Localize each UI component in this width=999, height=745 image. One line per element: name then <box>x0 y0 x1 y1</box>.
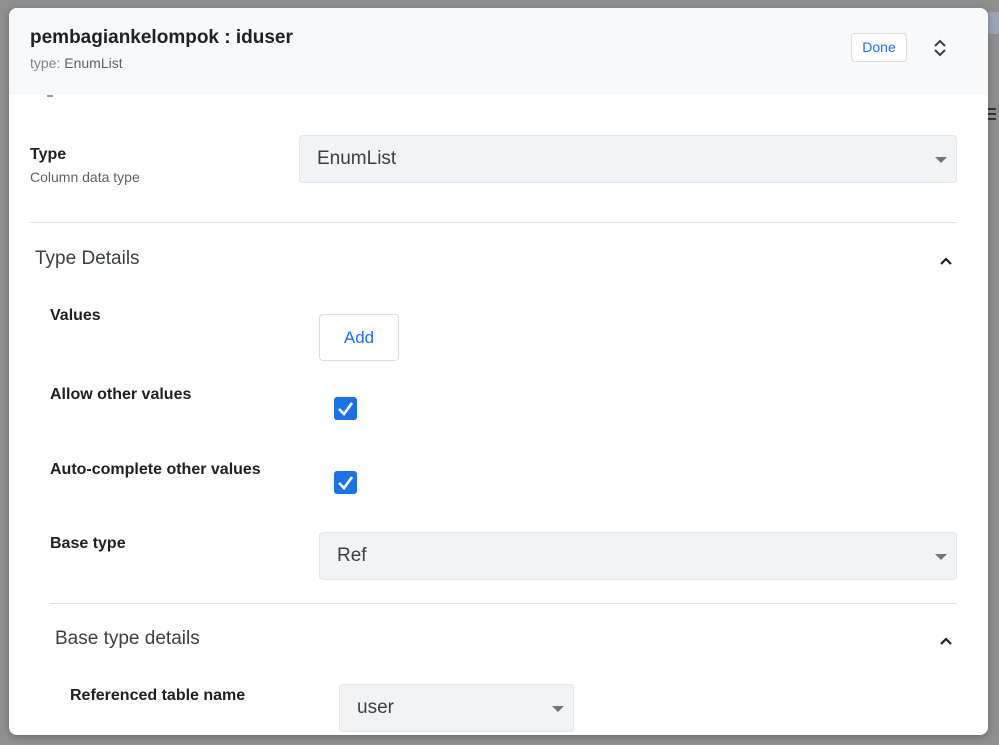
dialog-title: pembagiankelompok : iduser <box>30 27 293 48</box>
caret-down-icon <box>552 706 564 712</box>
unfold-more-icon[interactable] <box>932 39 948 57</box>
scroll-remnant <box>47 95 53 97</box>
type-details-title: Type Details <box>35 248 140 269</box>
add-value-button[interactable]: Add <box>319 314 399 361</box>
allow-other-values-label: Allow other values <box>50 386 192 403</box>
referenced-table-select[interactable]: user <box>339 684 574 732</box>
base-type-details-title: Base type details <box>55 628 200 649</box>
base-type-select[interactable]: Ref <box>319 532 957 580</box>
subtitle-value: EnumList <box>64 55 123 71</box>
background-icon <box>987 12 999 34</box>
caret-down-icon <box>935 554 947 560</box>
allow-other-values-checkbox[interactable] <box>334 397 357 420</box>
chevron-up-icon[interactable] <box>939 253 953 265</box>
autocomplete-checkbox[interactable] <box>334 471 357 494</box>
check-icon <box>338 476 354 490</box>
dialog-subtitle: type: EnumList <box>30 55 123 71</box>
dialog-header: pembagiankelompok : iduser type: EnumLis… <box>9 8 988 95</box>
type-label: Type <box>30 146 67 163</box>
check-icon <box>338 402 354 416</box>
dialog-body: Type Column data type EnumList Type Deta… <box>9 95 988 735</box>
type-select[interactable]: EnumList <box>299 135 957 183</box>
referenced-table-value: user <box>357 697 394 718</box>
values-label: Values <box>50 307 101 324</box>
referenced-table-label: Referenced table name <box>70 687 246 704</box>
caret-down-icon <box>935 157 947 163</box>
column-editor-dialog: pembagiankelompok : iduser type: EnumLis… <box>9 8 988 735</box>
divider <box>50 603 957 604</box>
base-type-select-value: Ref <box>337 545 367 566</box>
chevron-up-icon[interactable] <box>939 633 953 645</box>
autocomplete-label: Auto-complete other values <box>50 461 261 478</box>
type-select-value: EnumList <box>317 148 397 169</box>
subtitle-prefix: type: <box>30 55 61 71</box>
done-button[interactable]: Done <box>851 33 907 62</box>
base-type-label: Base type <box>50 535 126 552</box>
divider <box>30 222 957 223</box>
type-help: Column data type <box>30 169 140 185</box>
background-menu-icon <box>988 108 996 123</box>
